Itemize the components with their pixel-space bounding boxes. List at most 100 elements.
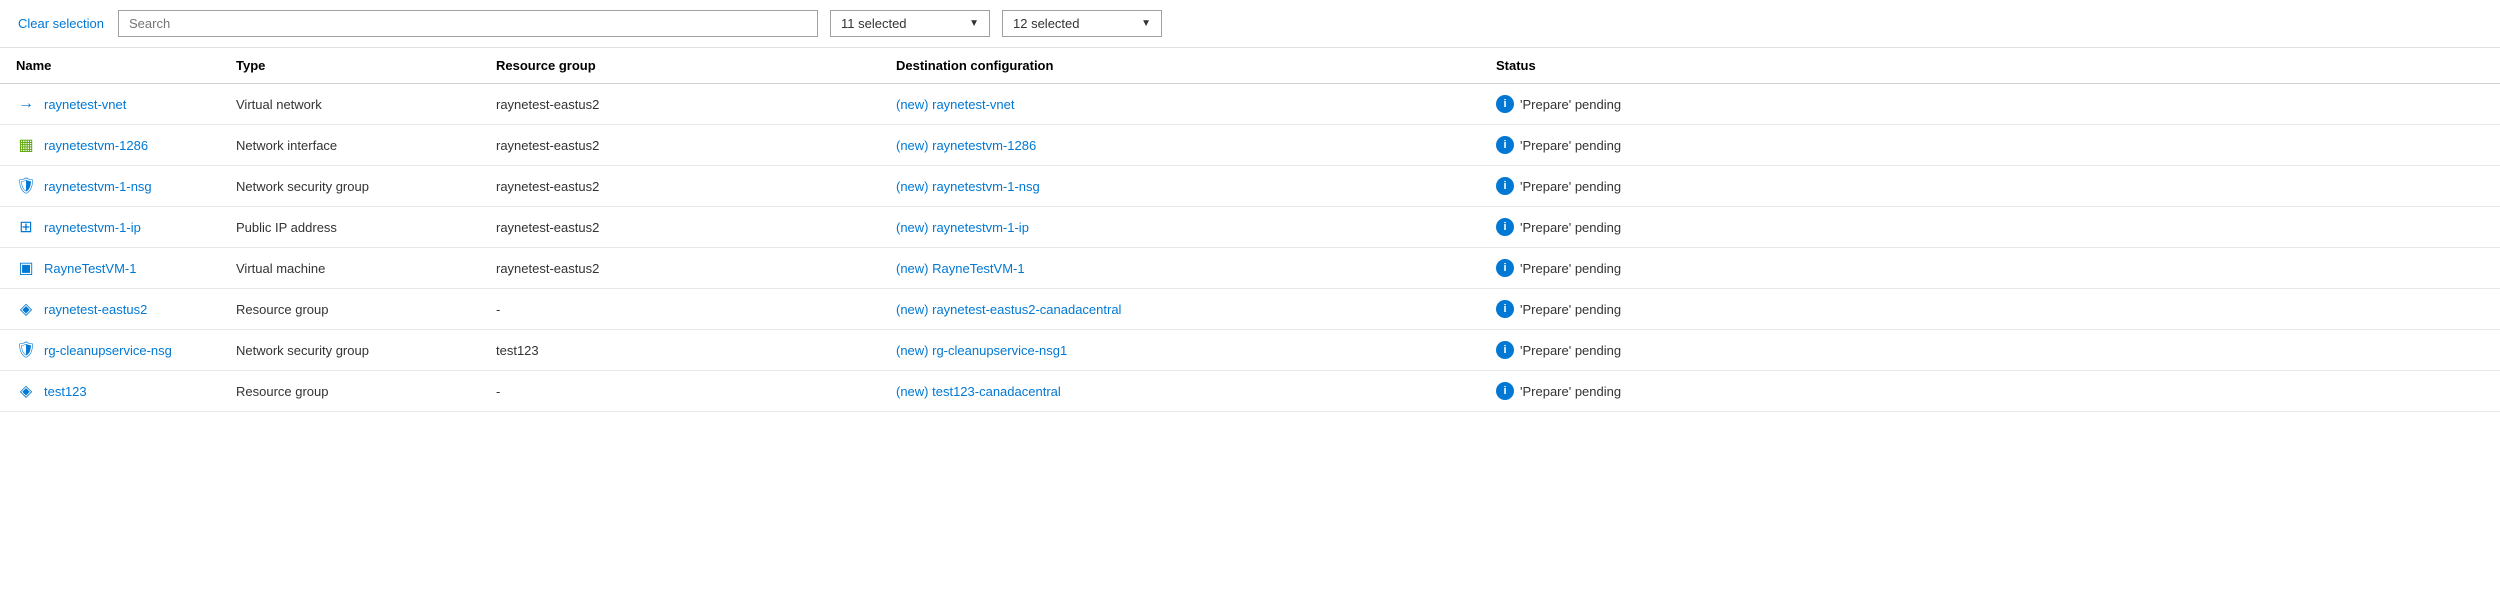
- table-row: ◈ test123 Resource group - (new) test123…: [0, 371, 2500, 412]
- destination-cell: (new) raynetestvm-1-nsg: [880, 166, 1480, 207]
- table-row: ⊞ raynetestvm-1-ip Public IP address ray…: [0, 207, 2500, 248]
- destination-link[interactable]: (new) raynetest-eastus2-canadacentral: [896, 302, 1121, 317]
- status-text: 'Prepare' pending: [1520, 384, 1621, 399]
- table-header-row: Name Type Resource group Destination con…: [0, 48, 2500, 84]
- destination-link[interactable]: (new) raynetestvm-1286: [896, 138, 1036, 153]
- status-cell: i 'Prepare' pending: [1480, 371, 2500, 412]
- type-cell: Network interface: [220, 125, 480, 166]
- info-icon[interactable]: i: [1496, 95, 1514, 113]
- resource-group-cell: raynetest-eastus2: [480, 248, 880, 289]
- type-filter-dropdown[interactable]: 11 selected ▼: [830, 10, 990, 37]
- col-header-name: Name: [0, 48, 220, 84]
- table-row: ▣ RayneTestVM-1 Virtual machine raynetes…: [0, 248, 2500, 289]
- status-text: 'Prepare' pending: [1520, 343, 1621, 358]
- type-cell: Resource group: [220, 371, 480, 412]
- col-header-destination: Destination configuration: [880, 48, 1480, 84]
- destination-cell: (new) raynetestvm-1286: [880, 125, 1480, 166]
- status-cell: i 'Prepare' pending: [1480, 166, 2500, 207]
- status-cell: i 'Prepare' pending: [1480, 289, 2500, 330]
- status-text: 'Prepare' pending: [1520, 220, 1621, 235]
- type-cell: Network security group: [220, 330, 480, 371]
- destination-cell: (new) rg-cleanupservice-nsg1: [880, 330, 1480, 371]
- info-icon[interactable]: i: [1496, 259, 1514, 277]
- clear-selection-button[interactable]: Clear selection: [16, 12, 106, 35]
- resource-group-cell: raynetest-eastus2: [480, 84, 880, 125]
- destination-link[interactable]: (new) RayneTestVM-1: [896, 261, 1025, 276]
- table-row: 🛡 rg-cleanupservice-nsg Network security…: [0, 330, 2500, 371]
- type-cell: Virtual network: [220, 84, 480, 125]
- name-cell: ▣ RayneTestVM-1: [0, 248, 220, 289]
- name-cell: ◈ test123: [0, 371, 220, 412]
- resource-group-cell: -: [480, 371, 880, 412]
- status-filter-dropdown[interactable]: 12 selected ▼: [1002, 10, 1162, 37]
- table-row: ◈ raynetest-eastus2 Resource group - (ne…: [0, 289, 2500, 330]
- type-cell: Virtual machine: [220, 248, 480, 289]
- destination-cell: (new) raynetestvm-1-ip: [880, 207, 1480, 248]
- col-header-status: Status: [1480, 48, 2500, 84]
- resource-type-icon: ▦: [16, 135, 36, 155]
- status-filter-label: 12 selected: [1013, 16, 1080, 31]
- destination-link[interactable]: (new) raynetestvm-1-nsg: [896, 179, 1040, 194]
- resource-name-link[interactable]: raynetestvm-1-ip: [44, 220, 141, 235]
- destination-cell: (new) raynetest-eastus2-canadacentral: [880, 289, 1480, 330]
- status-text: 'Prepare' pending: [1520, 138, 1621, 153]
- type-cell: Resource group: [220, 289, 480, 330]
- resource-name-link[interactable]: RayneTestVM-1: [44, 261, 136, 276]
- col-header-type: Type: [220, 48, 480, 84]
- status-cell: i 'Prepare' pending: [1480, 207, 2500, 248]
- resource-group-cell: raynetest-eastus2: [480, 166, 880, 207]
- name-cell: → raynetest-vnet: [0, 84, 220, 125]
- resource-type-icon: ▣: [16, 258, 36, 278]
- resource-type-icon: ⊞: [16, 217, 36, 237]
- type-cell: Public IP address: [220, 207, 480, 248]
- col-header-resource-group: Resource group: [480, 48, 880, 84]
- name-cell: 🛡 rg-cleanupservice-nsg: [0, 330, 220, 371]
- resource-type-icon: ◈: [16, 381, 36, 401]
- destination-link[interactable]: (new) raynetest-vnet: [896, 97, 1015, 112]
- resource-name-link[interactable]: raynetest-eastus2: [44, 302, 147, 317]
- destination-cell: (new) RayneTestVM-1: [880, 248, 1480, 289]
- resource-group-cell: -: [480, 289, 880, 330]
- name-cell: ▦ raynetestvm-1286: [0, 125, 220, 166]
- resource-type-icon: ◈: [16, 299, 36, 319]
- destination-cell: (new) test123-canadacentral: [880, 371, 1480, 412]
- status-text: 'Prepare' pending: [1520, 261, 1621, 276]
- type-filter-label: 11 selected: [841, 16, 907, 31]
- status-cell: i 'Prepare' pending: [1480, 125, 2500, 166]
- info-icon[interactable]: i: [1496, 382, 1514, 400]
- info-icon[interactable]: i: [1496, 177, 1514, 195]
- resource-type-icon: →: [16, 94, 36, 114]
- chevron-down-icon: ▼: [969, 18, 979, 29]
- resource-name-link[interactable]: raynetestvm-1-nsg: [44, 179, 152, 194]
- info-icon[interactable]: i: [1496, 341, 1514, 359]
- info-icon[interactable]: i: [1496, 218, 1514, 236]
- resource-type-icon: 🛡: [16, 340, 36, 360]
- resource-name-link[interactable]: raynetestvm-1286: [44, 138, 148, 153]
- resource-name-link[interactable]: raynetest-vnet: [44, 97, 126, 112]
- resource-name-link[interactable]: test123: [44, 384, 87, 399]
- status-text: 'Prepare' pending: [1520, 302, 1621, 317]
- destination-cell: (new) raynetest-vnet: [880, 84, 1480, 125]
- destination-link[interactable]: (new) raynetestvm-1-ip: [896, 220, 1029, 235]
- destination-link[interactable]: (new) rg-cleanupservice-nsg1: [896, 343, 1067, 358]
- resource-type-icon: 🛡: [16, 176, 36, 196]
- resources-table: Name Type Resource group Destination con…: [0, 48, 2500, 412]
- status-cell: i 'Prepare' pending: [1480, 84, 2500, 125]
- search-input[interactable]: [118, 10, 818, 37]
- resource-name-link[interactable]: rg-cleanupservice-nsg: [44, 343, 172, 358]
- info-icon[interactable]: i: [1496, 300, 1514, 318]
- status-text: 'Prepare' pending: [1520, 179, 1621, 194]
- table-row: → raynetest-vnet Virtual network raynete…: [0, 84, 2500, 125]
- destination-link[interactable]: (new) test123-canadacentral: [896, 384, 1061, 399]
- info-icon[interactable]: i: [1496, 136, 1514, 154]
- type-cell: Network security group: [220, 166, 480, 207]
- table-row: 🛡 raynetestvm-1-nsg Network security gro…: [0, 166, 2500, 207]
- status-cell: i 'Prepare' pending: [1480, 248, 2500, 289]
- status-cell: i 'Prepare' pending: [1480, 330, 2500, 371]
- name-cell: 🛡 raynetestvm-1-nsg: [0, 166, 220, 207]
- name-cell: ⊞ raynetestvm-1-ip: [0, 207, 220, 248]
- resource-group-cell: raynetest-eastus2: [480, 207, 880, 248]
- chevron-down-icon: ▼: [1141, 18, 1151, 29]
- status-text: 'Prepare' pending: [1520, 97, 1621, 112]
- resource-group-cell: test123: [480, 330, 880, 371]
